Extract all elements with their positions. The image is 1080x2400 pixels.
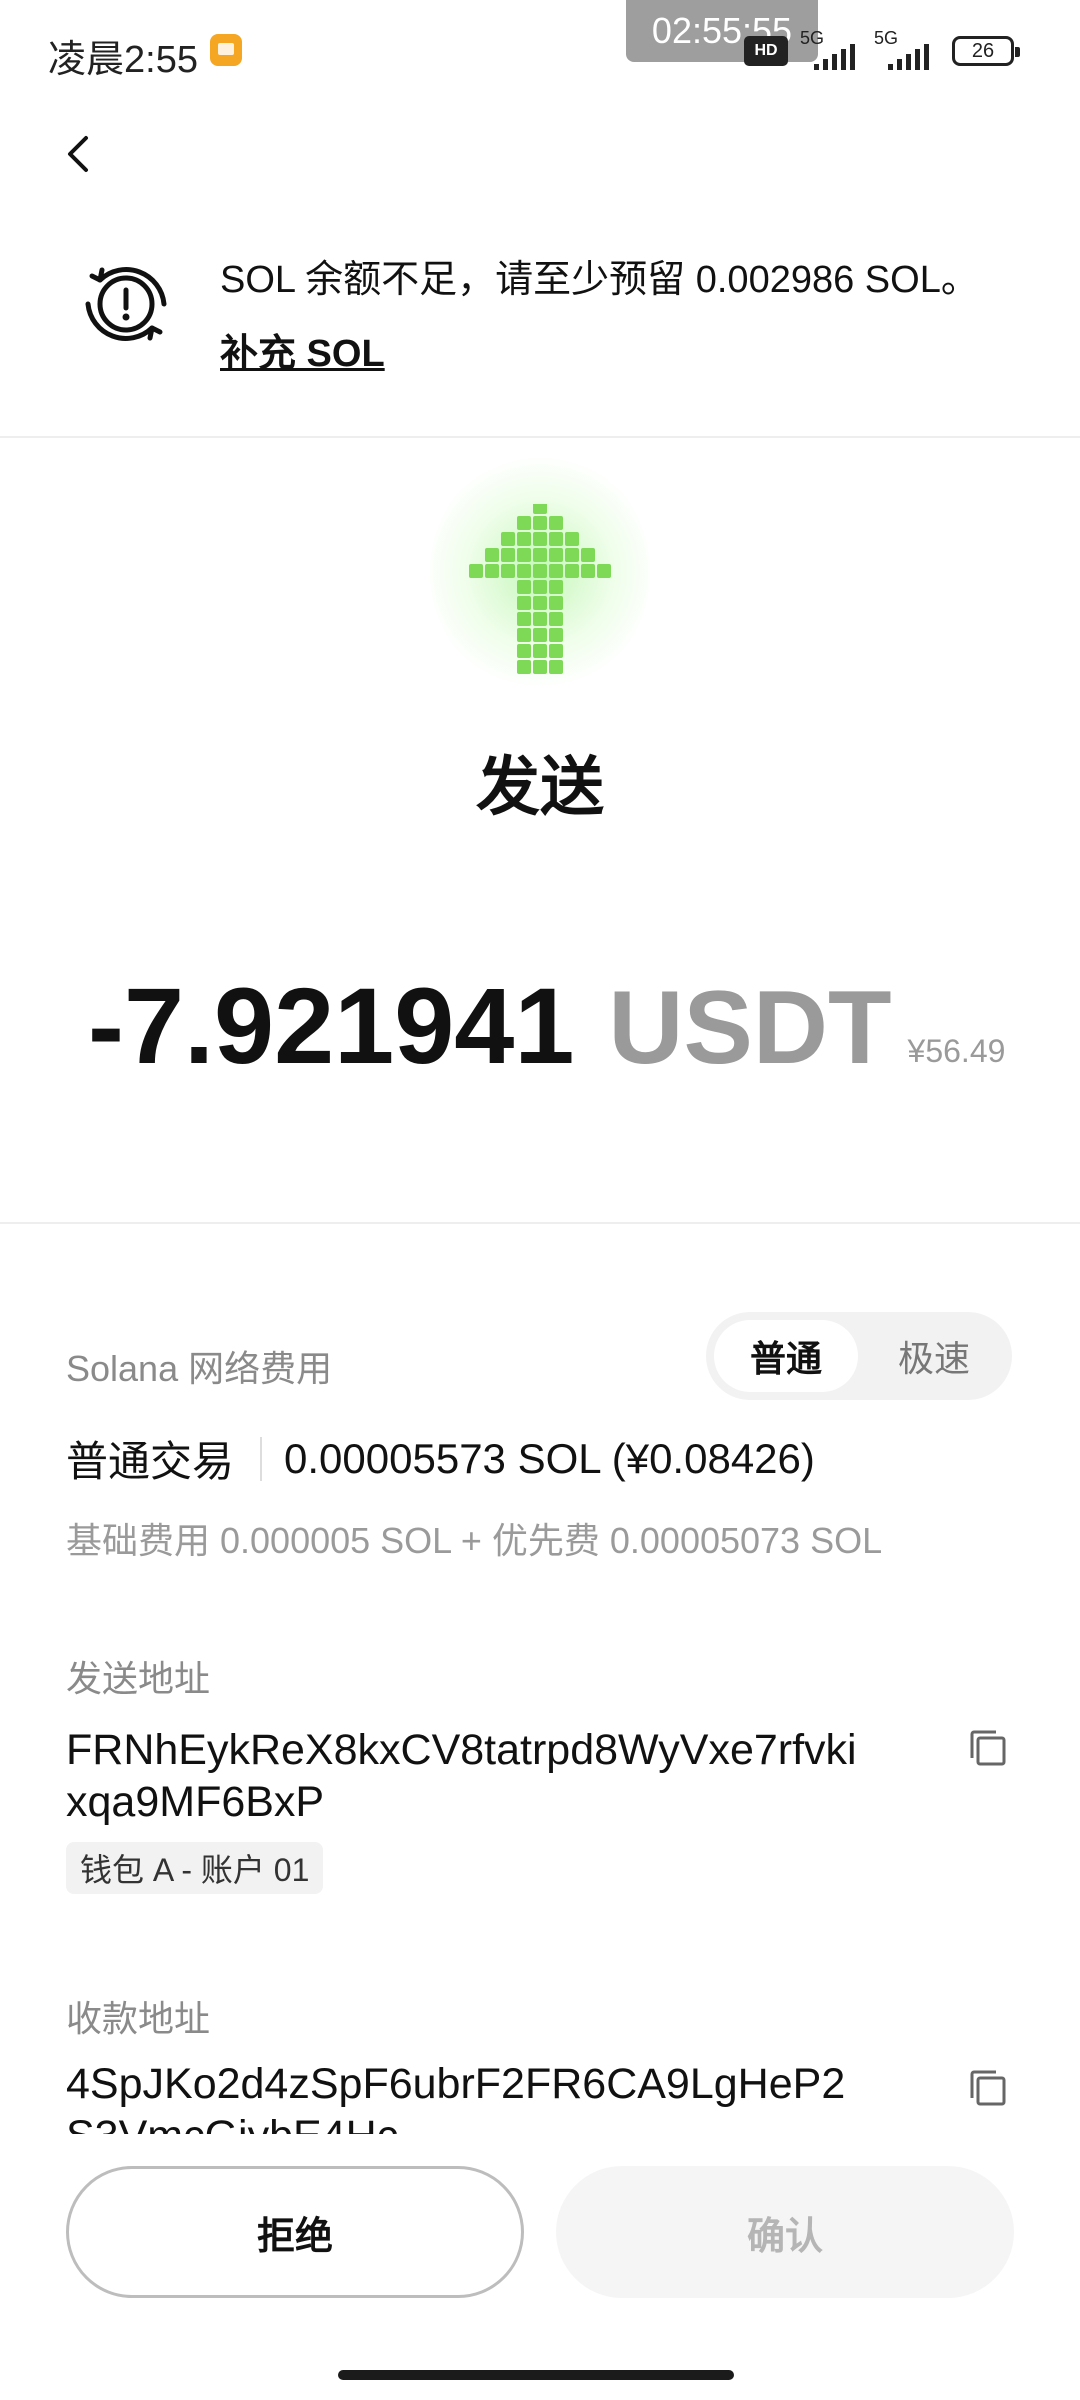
home-indicator[interactable] (338, 2370, 734, 2380)
speed-option-normal[interactable]: 普通 (714, 1320, 858, 1392)
chevron-left-icon (68, 136, 88, 172)
fee-speed-toggle: 普通 极速 (706, 1312, 1012, 1400)
bottom-action-bar: 拒绝 确认 (0, 2134, 1080, 2400)
reject-button[interactable]: 拒绝 (66, 2166, 524, 2298)
fee-mode: 普通交易 (66, 1438, 235, 1485)
signal-icon: 5G (800, 28, 870, 70)
alert-refresh-icon (85, 267, 167, 341)
floating-clock: 02:55:55 (626, 0, 818, 62)
divider (0, 1222, 1080, 1224)
amount-value: -7.921941 (88, 965, 575, 1086)
copy-icon[interactable] (966, 2066, 1010, 2110)
from-address: FRNhEykReX8kxCV8tatrpd8WyVxe7rfvkixqa9MF… (66, 1726, 857, 1826)
amount-unit: USDT (608, 970, 892, 1086)
fee-separator (260, 1436, 263, 1481)
fee-summary: 普通交易 0.00005573 SOL (¥0.08426) (66, 1428, 815, 1489)
to-address-label: 收款地址 (66, 1998, 211, 2039)
speed-option-fast[interactable]: 极速 (862, 1320, 1006, 1392)
copy-icon[interactable] (966, 1726, 1010, 1770)
notification-app-icon (210, 34, 242, 66)
wallet-account-tag: 钱包 A - 账户 01 (66, 1842, 324, 1894)
confirm-button[interactable]: 确认 (556, 2166, 1014, 2298)
warning-message: SOL 余额不足，请至少预留 0.002986 SOL。 (220, 259, 979, 301)
battery-level: 26 (971, 39, 995, 62)
transaction-type-title: 发送 (476, 751, 604, 823)
signal-icon-2: 5G (874, 28, 944, 70)
status-bar: 凌晨2:55 02:55:55 HD 5G 5G 26 (0, 0, 1080, 100)
to-address: 4SpJKo2d4zSpF6ubrF2FR6CA9LgHeP2S3VmcGjyb… (66, 2060, 846, 2134)
fee-amount: 0.00005573 SOL (¥0.08426) (284, 1434, 815, 1482)
back-button[interactable] (56, 130, 104, 178)
fee-breakdown: 基础费用 0.000005 SOL + 优先费 0.00005073 SOL (66, 1520, 883, 1561)
amount-row: -7.921941 USDT ¥56.49 (88, 960, 1006, 1086)
divider (0, 436, 1080, 438)
topup-sol-link[interactable]: 补充 SOL (220, 322, 385, 377)
status-time: 凌晨2:55 (48, 39, 198, 81)
amount-fiat-value: ¥56.49 (907, 1033, 1006, 1069)
network-fee-label: Solana 网络费用 (66, 1348, 333, 1389)
to-address-container: 4SpJKo2d4zSpF6ubrF2FR6CA9LgHeP2S3VmcGjyb… (66, 2058, 886, 2134)
from-address-label: 发送地址 (66, 1658, 211, 1699)
battery-icon: 26 (952, 36, 1020, 66)
send-arrow-icon (469, 504, 611, 674)
hd-voice-icon: HD (744, 36, 788, 66)
